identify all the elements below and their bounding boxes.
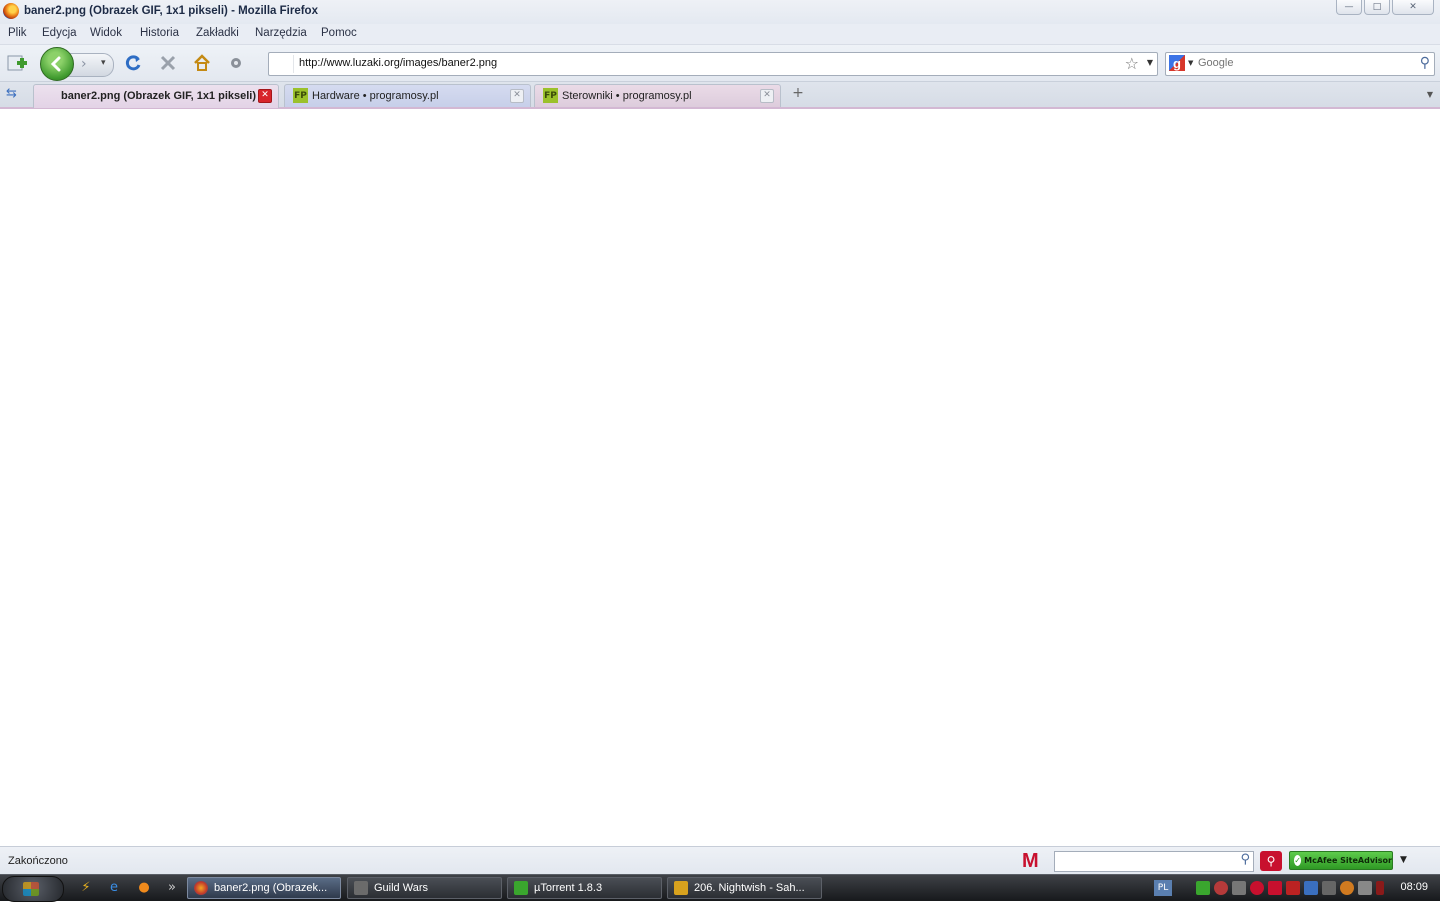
navigation-toolbar: › ▾ http://www.luzaki.org/images/baner2.…	[0, 45, 1440, 82]
page-content[interactable]	[0, 109, 1440, 846]
stop-icon[interactable]	[157, 52, 179, 74]
task-label: µTorrent 1.8.3	[534, 882, 603, 894]
mcafee-search-button[interactable]: ⚲	[1260, 851, 1282, 871]
close-window-button[interactable]: ✕	[1392, 0, 1434, 15]
recently-closed-tabs-icon[interactable]: ⇆	[6, 86, 17, 101]
siteadvisor-label: McAfee SiteAdvisor	[1304, 856, 1392, 865]
winamp-quicklaunch-icon[interactable]: ⚡	[78, 880, 94, 896]
history-dropdown-icon[interactable]: ▾	[101, 58, 106, 68]
siteadvisor-button[interactable]: ✓ McAfee SiteAdvisor	[1289, 851, 1393, 870]
menu-narzedzia[interactable]: Narzędzia	[255, 27, 307, 39]
url-text[interactable]: http://www.luzaki.org/images/baner2.png	[299, 57, 497, 69]
clock[interactable]: 08:09	[1400, 881, 1428, 893]
tab-close-icon[interactable]: ✕	[258, 89, 272, 103]
menu-edycja[interactable]: Edycja	[42, 27, 77, 39]
mcafee-search-input[interactable]: ⚲	[1054, 851, 1254, 872]
task-label: baner2.png (Obrazek...	[214, 882, 328, 894]
check-icon: ✓	[1294, 855, 1302, 866]
tab-close-icon[interactable]: ✕	[510, 89, 524, 103]
windows-logo-icon	[23, 882, 39, 896]
new-tab-button[interactable]: +	[787, 85, 809, 105]
ati-tray-icon[interactable]	[1268, 881, 1282, 895]
firefox-tray-icon[interactable]	[1340, 881, 1354, 895]
volume-tray-icon[interactable]	[1322, 881, 1336, 895]
search-input[interactable]	[1198, 55, 1408, 71]
address-bar[interactable]: http://www.luzaki.org/images/baner2.png …	[268, 52, 1158, 76]
menu-bar: Plik Edycja Widok Historia Zakładki Narz…	[0, 24, 1440, 45]
mcafee-tray-icon[interactable]	[1250, 881, 1264, 895]
utorrent-icon	[514, 881, 528, 895]
task-label: 206. Nightwish - Sah...	[694, 882, 805, 894]
programosy-favicon-icon: FP	[293, 88, 308, 103]
google-engine-icon[interactable]: g	[1169, 55, 1185, 71]
back-arrow-icon	[50, 56, 61, 72]
site-identity-icon[interactable]	[271, 55, 294, 73]
addon-icon[interactable]	[225, 52, 247, 74]
back-button[interactable]	[40, 47, 74, 81]
menu-pomoc[interactable]: Pomoc	[321, 27, 357, 39]
firefox-icon	[194, 881, 208, 895]
firefox-icon[interactable]	[3, 3, 19, 19]
window-titlebar: baner2.png (Obrazek GIF, 1x1 pikseli) - …	[0, 0, 1440, 24]
task-guild-wars[interactable]: Guild Wars	[347, 877, 502, 899]
network-tray-icon[interactable]	[1232, 881, 1246, 895]
task-utorrent[interactable]: µTorrent 1.8.3	[507, 877, 662, 899]
tab-label: baner2.png (Obrazek GIF, 1x1 pikseli)	[61, 90, 257, 102]
guild-wars-icon	[354, 881, 368, 895]
quicklaunch-more-icon[interactable]: »	[164, 880, 180, 896]
menu-historia[interactable]: Historia	[140, 27, 179, 39]
search-magnifier-icon[interactable]: ⚲	[1420, 55, 1430, 71]
reload-icon[interactable]	[122, 52, 144, 74]
status-bar: Zakończono M ⚲ ⚲ ✓ McAfee SiteAdvisor ▼	[0, 846, 1440, 875]
forward-arrow-icon: ›	[81, 56, 87, 72]
window-title: baner2.png (Obrazek GIF, 1x1 pikseli) - …	[24, 5, 318, 17]
tab-label: Hardware • programosy.pl	[312, 90, 439, 102]
menu-zakladki[interactable]: Zakładki	[196, 27, 239, 39]
menu-plik[interactable]: Plik	[8, 27, 27, 39]
search-bar[interactable]: g ▼ ⚲	[1165, 52, 1435, 76]
battery-tray-icon[interactable]	[1376, 881, 1384, 895]
connection-tray-icon[interactable]	[1358, 881, 1372, 895]
task-firefox[interactable]: baner2.png (Obrazek...	[187, 877, 341, 899]
display-tray-icon[interactable]	[1304, 881, 1318, 895]
tab-strip: ⇆ baner2.png (Obrazek GIF, 1x1 pikseli) …	[0, 82, 1440, 109]
system-tray: PL 08:09	[1150, 875, 1440, 901]
ie-quicklaunch-icon[interactable]: e	[106, 880, 122, 896]
tab-hardware[interactable]: FP Hardware • programosy.pl ✕	[284, 84, 531, 107]
programosy-favicon-icon: FP	[543, 88, 558, 103]
engine-dropdown-icon[interactable]: ▼	[1188, 59, 1193, 67]
home-icon[interactable]	[191, 52, 213, 74]
mcafee-logo-icon[interactable]: M	[1022, 850, 1039, 873]
tab-baner2[interactable]: baner2.png (Obrazek GIF, 1x1 pikseli) ✕	[33, 84, 279, 108]
url-dropdown-icon[interactable]: ▼	[1147, 58, 1153, 67]
new-tab-plus-icon[interactable]	[6, 52, 28, 74]
minimize-button[interactable]: —	[1336, 0, 1362, 15]
utorrent-tray-icon[interactable]	[1196, 881, 1210, 895]
bookmark-star-icon[interactable]: ☆	[1125, 54, 1139, 73]
window-controls: — □ ✕	[1336, 0, 1434, 15]
tab-label: Sterowniki • programosy.pl	[562, 90, 692, 102]
start-button[interactable]	[2, 876, 64, 902]
menu-widok[interactable]: Widok	[90, 27, 122, 39]
status-text: Zakończono	[8, 855, 68, 867]
antivirus-tray-icon[interactable]	[1286, 881, 1300, 895]
search-magnifier-icon[interactable]: ⚲	[1240, 852, 1250, 867]
siteadvisor-dropdown-icon[interactable]: ▼	[1400, 855, 1407, 865]
task-label: Guild Wars	[374, 882, 428, 894]
os-taskbar: ⚡ e ● » baner2.png (Obrazek... Guild War…	[0, 874, 1440, 902]
firefox-quicklaunch-icon[interactable]: ●	[136, 880, 152, 896]
task-winamp[interactable]: 206. Nightwish - Sah...	[667, 877, 822, 899]
tab-close-icon[interactable]: ✕	[760, 89, 774, 103]
language-indicator[interactable]: PL	[1154, 880, 1172, 896]
maximize-button[interactable]: □	[1364, 0, 1390, 15]
security-tray-icon[interactable]	[1214, 881, 1228, 895]
winamp-icon	[674, 881, 688, 895]
list-all-tabs-icon[interactable]: ▼	[1422, 86, 1438, 104]
tab-sterowniki[interactable]: FP Sterowniki • programosy.pl ✕	[534, 84, 781, 107]
